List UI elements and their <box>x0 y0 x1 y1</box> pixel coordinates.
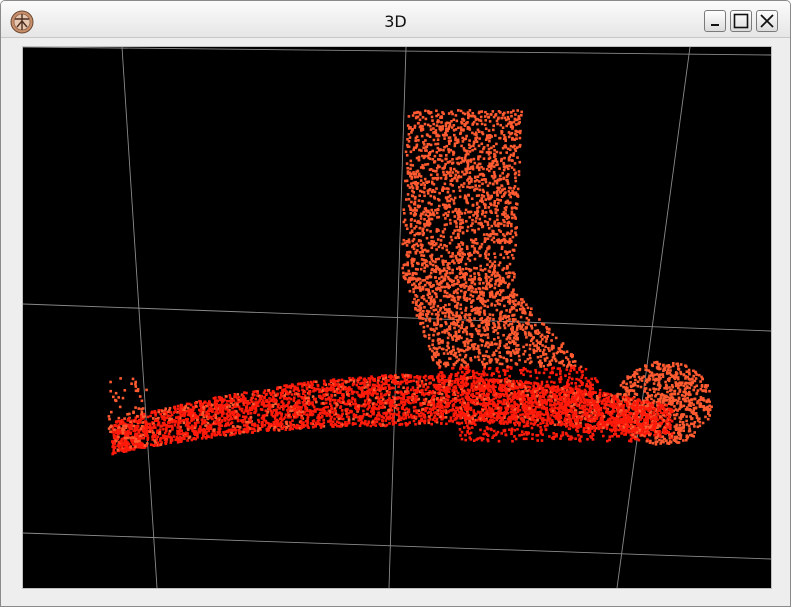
window-title: 3D <box>384 12 407 31</box>
maximize-button[interactable] <box>730 10 752 32</box>
point-cloud-canvas[interactable] <box>23 47 771 588</box>
grid-line <box>616 47 691 588</box>
maximize-icon <box>733 13 749 29</box>
minimize-button[interactable] <box>704 10 726 32</box>
grid-line <box>23 47 771 56</box>
3d-viewport[interactable] <box>22 46 772 589</box>
close-button[interactable] <box>756 10 778 32</box>
minimize-icon <box>711 24 719 26</box>
app-window: 3D <box>0 0 791 607</box>
grid-lines <box>23 47 771 588</box>
grid-line <box>121 47 158 588</box>
point-cloud <box>107 109 713 456</box>
close-icon <box>760 14 774 28</box>
title-bar[interactable]: 3D <box>1 1 790 38</box>
grid-line <box>23 532 771 560</box>
